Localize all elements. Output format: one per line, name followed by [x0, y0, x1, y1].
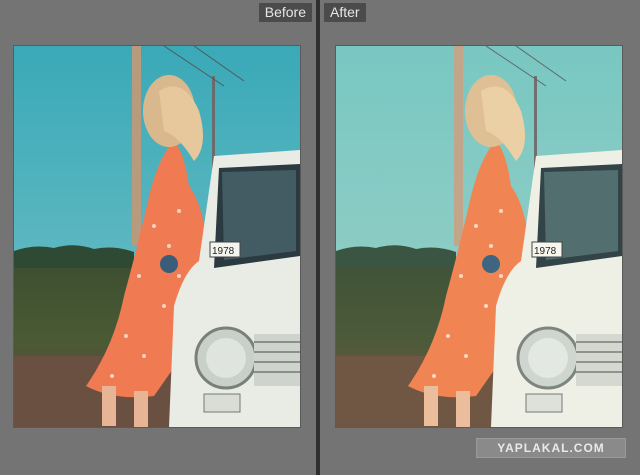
before-panel: Before 1978 — [0, 0, 316, 475]
photo-after: 1978 — [336, 46, 622, 427]
after-panel: After 1978 YAPLAKAL.COM — [320, 0, 640, 475]
plate-text-after: 1978 — [534, 246, 557, 257]
after-label: After — [324, 3, 366, 22]
plate-text-before: 1978 — [212, 246, 235, 257]
photo-before-image: 1978 — [14, 46, 300, 427]
before-label: Before — [258, 3, 312, 22]
watermark: YAPLAKAL.COM — [476, 438, 626, 458]
photo-before: 1978 — [14, 46, 300, 427]
photo-after-image: 1978 — [336, 46, 622, 427]
